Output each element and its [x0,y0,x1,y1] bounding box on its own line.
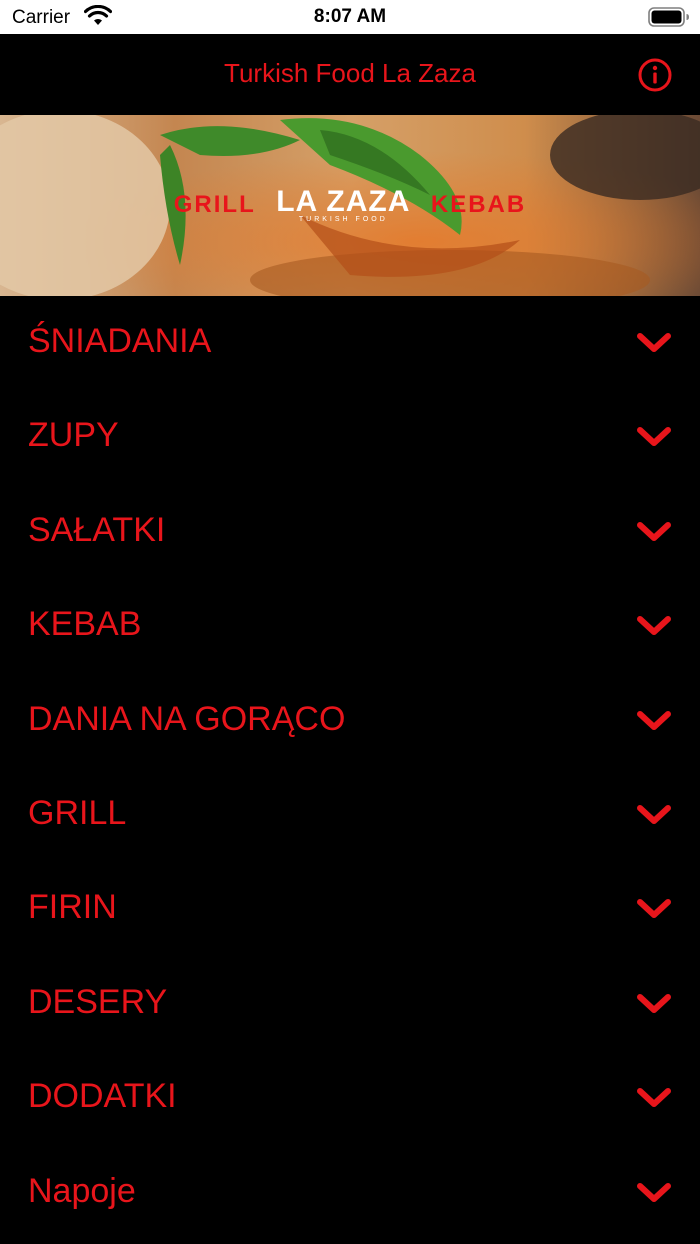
category-label: SAŁATKI [28,510,166,549]
category-label: DODATKI [28,1077,177,1116]
banner-kebab-text: KEBAB [430,191,527,218]
category-salatki[interactable]: SAŁATKI [0,485,700,579]
brand-name: LA ZAZA [276,185,411,218]
category-kebab[interactable]: KEBAB [0,579,700,673]
battery-icon [648,7,689,27]
category-label: ŚNIADANIA [28,322,212,360]
category-label: Napoje [28,1171,136,1210]
category-dodatki[interactable]: DODATKI [0,1051,700,1145]
banner-image: GRILL LA ZAZA TURKISH FOOD KEBAB [0,115,700,296]
chevron-down-icon [637,333,671,352]
clock: 8:07 AM [313,6,387,27]
chevron-down-icon [637,1088,671,1108]
brand-logo: GRILL LA ZAZA TURKISH FOOD KEBAB [0,185,700,224]
chevron-down-icon [637,616,671,636]
chevron-down-icon [637,427,671,447]
category-label: GRILL [28,793,127,832]
category-label: KEBAB [28,605,142,644]
category-sniadania[interactable]: ŚNIADANIA [0,296,700,390]
page-title: Turkish Food La Zaza [224,58,476,88]
status-bar: Carrier 8:07 AM [0,0,700,34]
category-firin[interactable]: FIRIN [0,862,700,956]
category-label: DESERY [28,982,168,1021]
chevron-down-icon [637,521,671,541]
chevron-down-icon [637,710,671,730]
chevron-down-icon [637,804,671,824]
chevron-down-icon [637,899,671,919]
brand-mark: LA ZAZA TURKISH FOOD [276,185,411,224]
category-label: ZUPY [28,416,119,455]
category-dania-na-goraco[interactable]: DANIA NA GORĄCO [0,674,700,768]
info-icon[interactable] [638,58,672,92]
category-desery[interactable]: DESERY [0,957,700,1051]
navigation-bar: Turkish Food La Zaza [0,34,700,115]
category-label: FIRIN [28,888,117,927]
category-zupy[interactable]: ZUPY [0,390,700,484]
chevron-down-icon [637,1182,671,1202]
category-grill[interactable]: GRILL [0,768,700,862]
category-label: DANIA NA GORĄCO [28,699,346,738]
banner-grill-text: GRILL [173,191,256,218]
chevron-down-icon [637,993,671,1013]
category-list: ŚNIADANIA ZUPY SAŁATKI KEBAB DANIA NA GO… [0,296,700,1240]
category-napoje[interactable]: Napoje [0,1146,700,1240]
